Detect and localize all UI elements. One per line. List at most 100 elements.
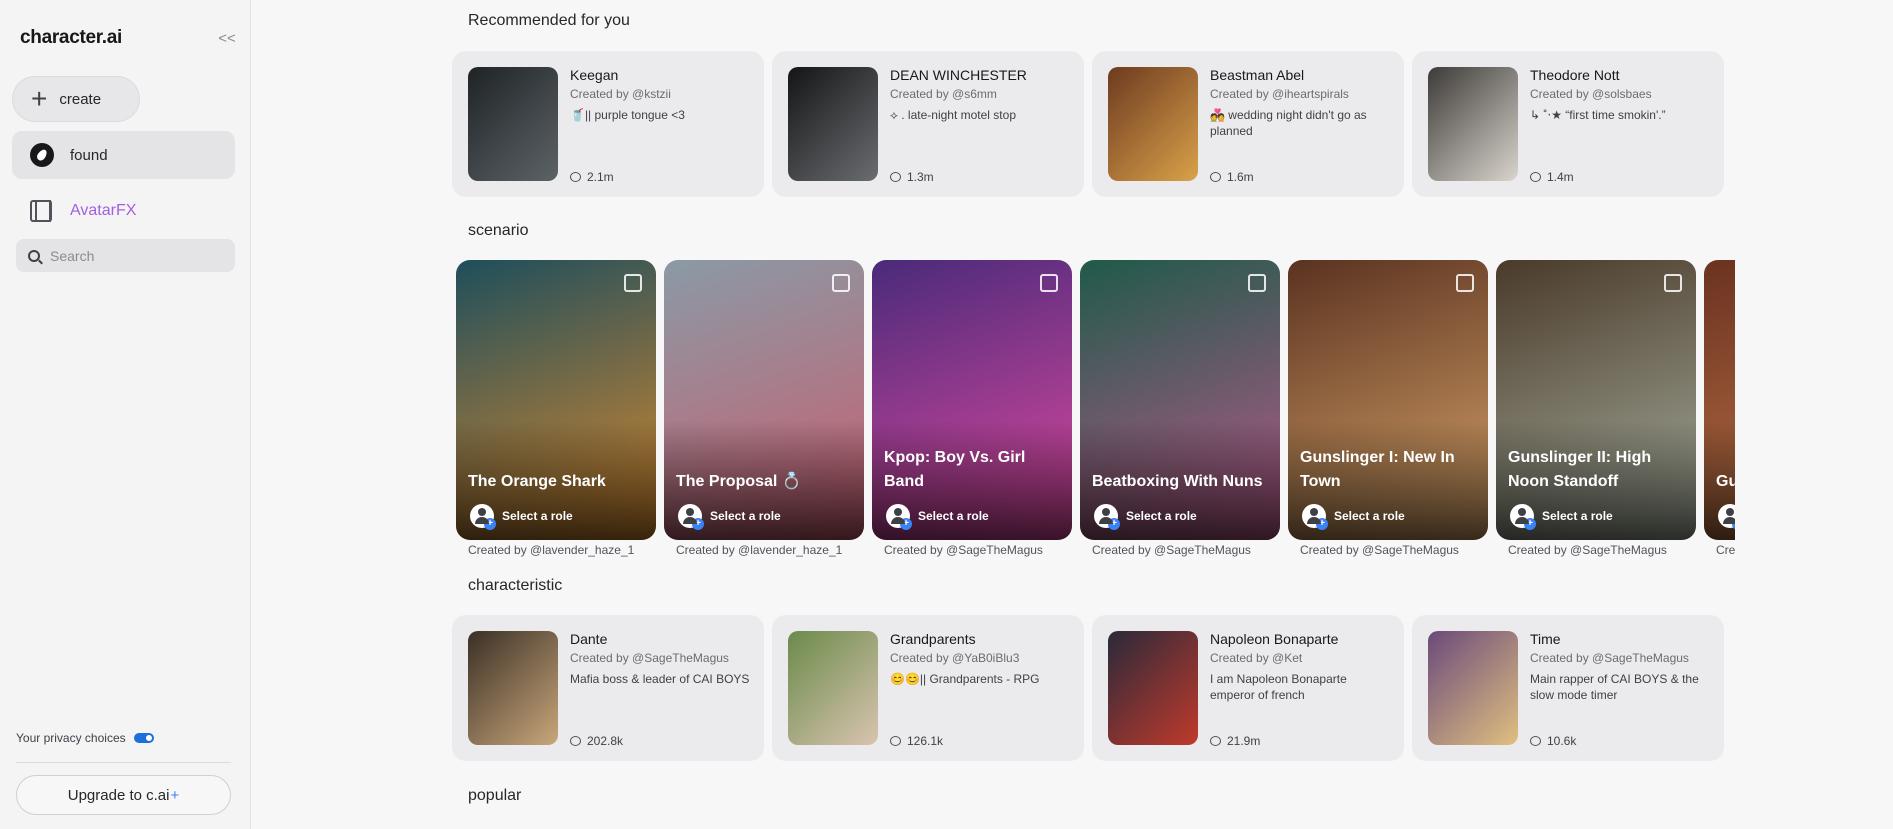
chat-count-value: 1.4m (1547, 170, 1574, 184)
scenario-badge-icon (624, 274, 642, 292)
character-avatar (1428, 67, 1518, 181)
scenario-creator: Cre (1716, 543, 1735, 557)
character-avatar (788, 67, 878, 181)
add-icon: + (484, 518, 496, 530)
scenario-image: The Proposal 💍 + Select a role (664, 260, 864, 540)
add-icon: + (1108, 518, 1120, 530)
user-avatar-icon: + (886, 504, 912, 530)
character-description: 😊😊|| Grandparents - RPG (890, 672, 1040, 686)
character-description: I am Napoleon Bonaparte emperor of frenc… (1210, 672, 1347, 702)
user-avatar-icon: + (1302, 504, 1328, 530)
scenario-creator: Created by @SageTheMagus (884, 543, 1043, 557)
select-role-label: Select a role (502, 509, 573, 523)
user-avatar-icon: + (1718, 504, 1735, 530)
character-name: Dante (570, 631, 608, 647)
nav-avatarfx-label: AvatarFX (70, 202, 137, 219)
scenario-badge-icon (1664, 274, 1682, 292)
add-icon: + (1524, 518, 1536, 530)
nav-found-label: found (70, 146, 108, 164)
scenario-badge-icon (1040, 274, 1058, 292)
chat-count-value: 1.3m (907, 170, 934, 184)
scenario-creator: Created by @lavender_haze_1 (676, 543, 843, 557)
chat-bubble-icon (890, 172, 901, 182)
character-name: Grandparents (890, 631, 976, 647)
character-name: Time (1530, 631, 1561, 647)
character-avatar (468, 67, 558, 181)
characteristic-row: Dante Created by @SageTheMagus Mafia boss … (452, 615, 1732, 761)
character-creator: Created by @solsbaes (1530, 87, 1652, 101)
scenario-image: Beatboxing With Nuns + Select a role (1080, 260, 1280, 540)
character-description: ↳ ˚‧★ “first time smokin'.” (1530, 108, 1666, 122)
chat-bubble-icon (1530, 736, 1541, 746)
character-card[interactable]: Time Created by @SageTheMagus Main rapper … (1412, 615, 1724, 761)
section-title-scenario: scenario (468, 222, 529, 239)
select-role-label: Select a role (1126, 509, 1197, 523)
select-role-button[interactable]: +Select a role (886, 504, 989, 530)
privacy-choices-link[interactable]: Your privacy choices (16, 731, 154, 745)
scenario-image: Gunslinger II: High Noon Standoff + Select… (1496, 260, 1696, 540)
film-icon (30, 200, 52, 222)
scenario-creator: Created by @lavender_haze_1 (468, 543, 635, 557)
character-avatar (468, 631, 558, 745)
chat-count-value: 126.1k (907, 734, 944, 748)
section-title-characteristic: characteristic (468, 577, 563, 594)
character-description: Main rapper of CAI BOYS & the slow mode … (1530, 672, 1699, 702)
character-card[interactable]: Beastman Abel Created by @iheartspirals 💑 … (1092, 51, 1404, 197)
character-card[interactable]: Grandparents Created by @YaB0iBlu3 😊😊|| Gr… (772, 615, 1084, 761)
scenario-title: The Orange Shark (468, 473, 606, 490)
select-role-button[interactable]: + Select a role (470, 504, 573, 530)
chat-bubble-icon (890, 736, 901, 746)
scenario-image: The Orange Shark + Select a role (456, 260, 656, 540)
nav-item-avatarfx[interactable]: AvatarFX (12, 191, 235, 231)
select-role-label: Select a role (710, 509, 781, 523)
select-role-button[interactable]: +Select a role (678, 504, 781, 530)
select-role-button[interactable]: +Select a role (1510, 504, 1613, 530)
upgrade-label: Upgrade to c.ai (67, 786, 170, 804)
chat-bubble-icon (570, 736, 581, 746)
scenario-image: Gunslinger I: New In Town + Select a role (1288, 260, 1488, 540)
section-title-recommended: Recommended for you (468, 12, 630, 29)
collapse-sidebar-icon[interactable]: << (218, 30, 236, 48)
select-role-button[interactable]: + Select a role (1302, 504, 1405, 530)
scenario-creator: Created by @SageTheMagus (1508, 543, 1667, 557)
upgrade-button[interactable]: Upgrade to c.ai + (16, 775, 231, 815)
character-name: Theodore Nott (1530, 67, 1620, 83)
chat-count-value: 2.1m (587, 170, 614, 184)
character-creator: Created by @s6mm (890, 87, 997, 101)
add-icon: + (1316, 518, 1328, 530)
scenario-badge-icon (1248, 274, 1266, 292)
create-button[interactable]: + create (12, 76, 140, 122)
character-name: Keegan (570, 67, 619, 83)
scenario-title: Gunslinger II: High Noon Standoff (1508, 449, 1652, 490)
chat-count: 1.4m (1530, 170, 1574, 184)
scenario-creator: Created by @SageTheMagus (1300, 543, 1459, 557)
user-avatar-icon: + (1510, 504, 1536, 530)
search-input[interactable]: Search (16, 239, 235, 272)
scenario-title: Kpop: Boy Vs. Girl Band (884, 449, 1026, 490)
character-card[interactable]: Theodore Nott Created by @solsbaes ↳ ˚‧★ “… (1412, 51, 1724, 197)
chat-count: 2.1m (570, 170, 614, 184)
scenario-image: Kpop: Boy Vs. Girl Band + Select a role (872, 260, 1072, 540)
character-creator: Created by @YaB0iBlu3 (890, 651, 1020, 665)
character-description: Mafia boss & leader of CAI BOYS (570, 672, 750, 686)
character-card[interactable]: Keegan Created by @kstzii 🥤|| purple tongu… (452, 51, 764, 197)
character-creator: Created by @kstzii (570, 87, 671, 101)
character-name: Beastman Abel (1210, 67, 1305, 83)
character-creator: Created by @SageTheMagus (570, 651, 729, 665)
select-role-button[interactable]: +Select a role (1718, 504, 1735, 530)
scenario-title: Beatboxing With Nuns (1092, 473, 1263, 490)
character-card[interactable]: DEAN WINCHESTER Created by @s6mm ⟡ . late-… (772, 51, 1084, 197)
logo[interactable]: character.ai (20, 27, 122, 49)
character-card[interactable]: Dante Created by @SageTheMagus Mafia boss … (452, 615, 764, 761)
add-icon: + (900, 518, 912, 530)
select-role-button[interactable]: + Select a role (1094, 504, 1197, 530)
select-role-label: Select a role (1334, 509, 1405, 523)
scenario-creator: Created by @SageTheMagus (1092, 543, 1251, 557)
chat-count: 202.8k (570, 734, 623, 748)
character-avatar (788, 631, 878, 745)
scenario-image: Gu Ca +Select a role (1704, 260, 1735, 540)
nav-item-found[interactable]: found (12, 131, 235, 179)
privacy-label: Your privacy choices (16, 731, 126, 745)
main-content: Recommended for you Keegan Created by @ks… (252, 0, 1893, 829)
character-card[interactable]: Napoleon Bonaparte Created by @Ket I am Na… (1092, 615, 1404, 761)
